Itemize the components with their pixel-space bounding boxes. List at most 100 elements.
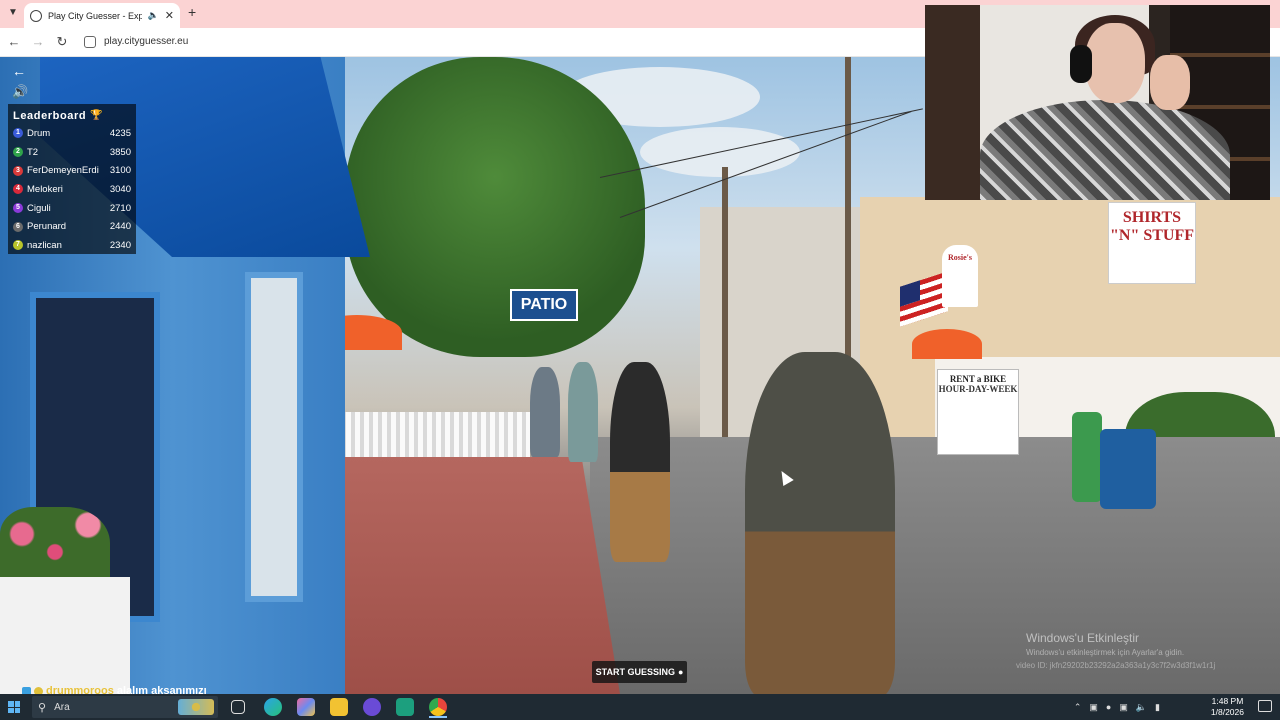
discord-icon[interactable] bbox=[363, 698, 381, 716]
app-icon[interactable] bbox=[396, 698, 414, 716]
chrome-icon[interactable] bbox=[429, 698, 447, 716]
rosies-sign: Rosie's bbox=[942, 245, 978, 307]
webcam-overlay bbox=[925, 5, 1270, 200]
rank-badge: 6 bbox=[13, 221, 23, 232]
leaderboard-row: 7 nazlican 2340 bbox=[13, 236, 131, 255]
recycling-bin bbox=[1100, 429, 1156, 509]
patio-umbrella bbox=[912, 329, 982, 359]
leaderboard-row: 5 Ciguli 2710 bbox=[13, 199, 131, 218]
player-score: 2340 bbox=[109, 239, 131, 251]
streamer-body bbox=[980, 100, 1230, 200]
file-explorer-icon[interactable] bbox=[330, 698, 348, 716]
map-pin-icon: ● bbox=[677, 667, 684, 677]
windows-start-icon[interactable] bbox=[8, 701, 20, 713]
streamer-hand bbox=[1150, 55, 1190, 110]
player-score: 3100 bbox=[109, 165, 131, 177]
close-tab-icon[interactable]: ✕ bbox=[165, 9, 174, 22]
trash-bin bbox=[1072, 412, 1102, 502]
player-name: nazlican bbox=[27, 239, 62, 251]
windows-taskbar: ⚲ Ara ⌃ ▣ ● ▣ 🔈 ▮ 1:48 PM 1/8/2026 bbox=[0, 694, 1280, 720]
headset bbox=[1070, 45, 1092, 83]
leaderboard-row: 1 Drum 4235 bbox=[13, 124, 131, 143]
tab-search-menu-icon[interactable]: ▼ bbox=[4, 4, 22, 22]
network-icon[interactable]: ▣ bbox=[1119, 702, 1128, 713]
globe-icon bbox=[30, 9, 42, 22]
rent-a-bike-subtitle: HOUR-DAY-WEEK bbox=[938, 384, 1018, 394]
leaderboard-title: Leaderboard bbox=[13, 109, 87, 122]
patio-sign: PATIO bbox=[510, 289, 578, 321]
url-field[interactable]: play.cityguesser.eu bbox=[104, 36, 188, 47]
tree bbox=[345, 57, 645, 357]
leaderboard-row: 3 FerDemeyenErdi 3100 bbox=[13, 161, 131, 180]
rank-badge: 3 bbox=[13, 165, 23, 176]
volume-tray-icon[interactable]: 🔈 bbox=[1136, 702, 1147, 713]
player-name: Perunard bbox=[27, 221, 67, 233]
leaderboard-row: 4 Melokeri 3040 bbox=[13, 180, 131, 199]
back-arrow-icon[interactable]: ← bbox=[10, 63, 28, 79]
notifications-icon[interactable] bbox=[1258, 700, 1272, 712]
search-icon: ⚲ bbox=[38, 701, 47, 714]
player-score: 3850 bbox=[109, 146, 131, 158]
site-info-icon[interactable] bbox=[84, 36, 96, 48]
shirts-n-stuff-sign: SHIRTS "N" STUFF bbox=[1108, 202, 1196, 284]
rank-badge: 7 bbox=[13, 240, 23, 251]
taskbar-search[interactable]: ⚲ Ara bbox=[32, 696, 218, 718]
brick-sidewalk bbox=[300, 457, 620, 694]
trophy-icon: 🏆 bbox=[90, 110, 104, 121]
tab-title: Play City Guesser - Explore bbox=[48, 10, 142, 21]
player-name: Drum bbox=[27, 127, 51, 139]
player-name: T2 bbox=[27, 146, 39, 158]
video-id-text: video ID: jkfn29202b23292a2a363a1y3c7f2w… bbox=[1016, 661, 1216, 670]
task-view-icon[interactable] bbox=[231, 700, 245, 714]
pedestrian bbox=[610, 362, 670, 562]
leaderboard-row: 2 T2 3850 bbox=[13, 143, 131, 162]
leaderboard-row: 6 Perunard 2440 bbox=[13, 217, 131, 236]
edge-icon[interactable] bbox=[264, 698, 282, 716]
pedestrian bbox=[530, 367, 560, 457]
search-placeholder: Ara bbox=[54, 701, 70, 713]
leaderboard-header: Leaderboard 🏆 bbox=[13, 107, 131, 124]
player-score: 3040 bbox=[109, 183, 131, 195]
forward-arrow-icon[interactable]: → bbox=[30, 34, 46, 49]
battery-icon[interactable]: ▮ bbox=[1155, 702, 1160, 713]
pedestrian bbox=[568, 362, 598, 462]
browser-tab[interactable]: Play City Guesser - Explore 🔈 ✕ bbox=[24, 3, 180, 28]
back-arrow-icon[interactable]: ← bbox=[6, 34, 22, 49]
utility-pole bbox=[722, 167, 728, 447]
flower-box bbox=[0, 577, 130, 694]
search-highlight-icon bbox=[178, 699, 214, 715]
volume-icon[interactable]: 🔊 bbox=[12, 84, 28, 100]
clock-date: 1/8/2026 bbox=[1210, 707, 1244, 717]
pedestrian bbox=[745, 352, 895, 694]
start-guessing-button[interactable]: START GUESSING ● bbox=[592, 661, 687, 683]
player-name: Melokeri bbox=[27, 183, 63, 195]
active-app-indicator bbox=[429, 716, 447, 718]
leaderboard-panel: Leaderboard 🏆 1 Drum 4235 2 T2 3850 3 FerDemeye… bbox=[8, 104, 136, 254]
chevron-up-icon[interactable]: ⌃ bbox=[1074, 702, 1082, 713]
clock-time: 1:48 PM bbox=[1211, 696, 1244, 706]
taskbar-clock[interactable]: 1:48 PM 1/8/2026 bbox=[1211, 696, 1244, 718]
player-name: Ciguli bbox=[27, 202, 51, 214]
windows-activation-subtitle: Windows'u etkinleştirmek için Ayarlar'a … bbox=[1026, 648, 1185, 657]
system-tray: ⌃ ▣ ● ▣ 🔈 ▮ bbox=[1074, 694, 1160, 720]
streamer-face bbox=[1085, 23, 1145, 103]
rank-badge: 2 bbox=[13, 147, 23, 158]
new-tab-button[interactable]: + bbox=[188, 4, 196, 20]
player-score: 2710 bbox=[109, 202, 131, 214]
rent-a-bike-title: RENT a BIKE bbox=[949, 374, 1007, 384]
copilot-icon[interactable] bbox=[297, 698, 315, 716]
rent-a-bike-sign: RENT a BIKE HOUR-DAY-WEEK bbox=[937, 369, 1019, 455]
windows-activation-title: Windows'u Etkinleştir bbox=[1026, 631, 1139, 645]
reload-icon[interactable]: ↻ bbox=[54, 34, 70, 50]
leaderboard-list: 1 Drum 4235 2 T2 3850 3 FerDemeyenErdi 3100 4 Melo… bbox=[13, 124, 131, 255]
player-name: FerDemeyenErdi bbox=[27, 165, 99, 177]
shop-window bbox=[245, 272, 303, 602]
player-score: 4235 bbox=[109, 127, 131, 139]
mic-icon[interactable]: ● bbox=[1106, 702, 1111, 712]
rank-badge: 5 bbox=[13, 203, 23, 214]
speaker-icon[interactable]: 🔈 bbox=[148, 10, 159, 21]
usb-icon[interactable]: ▣ bbox=[1089, 702, 1098, 713]
rank-badge: 1 bbox=[13, 128, 23, 139]
start-guessing-label: START GUESSING bbox=[595, 667, 675, 677]
player-score: 2440 bbox=[109, 221, 131, 233]
